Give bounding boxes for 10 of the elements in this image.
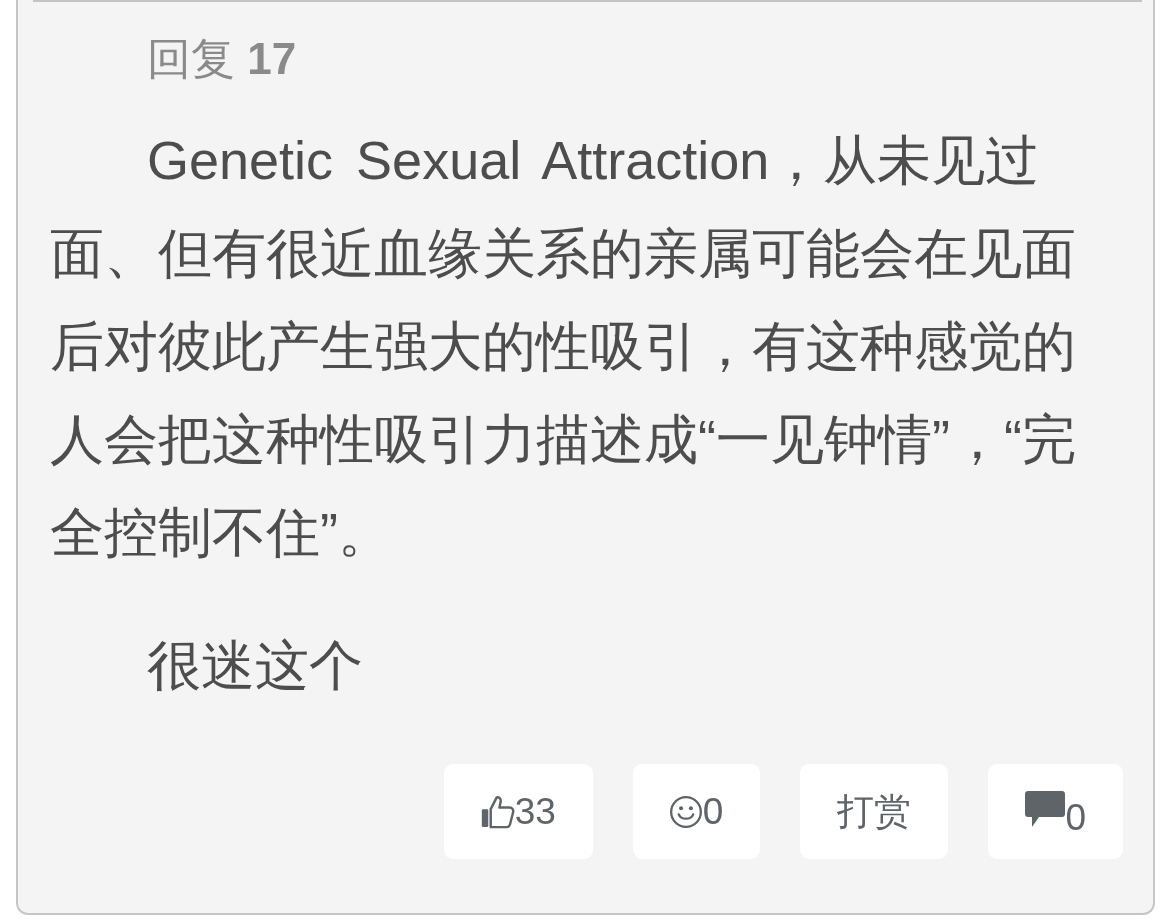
- reply-number: 回复 17: [147, 33, 297, 85]
- smiley-icon: [669, 795, 702, 828]
- speech-bubble-icon: [1025, 790, 1066, 827]
- reaction-button[interactable]: 0: [632, 764, 761, 859]
- tip-button[interactable]: 打赏: [800, 764, 949, 859]
- like-button[interactable]: 33: [443, 764, 593, 859]
- reply-paragraph: Genetic Sexual Attraction，从未见过面、但有很近血缘关系的亲属可能会在见面后对彼此产生强大的性吸引，有这种感觉的人会把这种性吸引力描述成“一见钟情”，“完全控制不住”。: [50, 129, 1077, 564]
- thumbs-up-icon: [480, 794, 515, 829]
- reply-paragraph: 很迷这个: [146, 634, 364, 697]
- comment-button[interactable]: 0: [988, 764, 1123, 859]
